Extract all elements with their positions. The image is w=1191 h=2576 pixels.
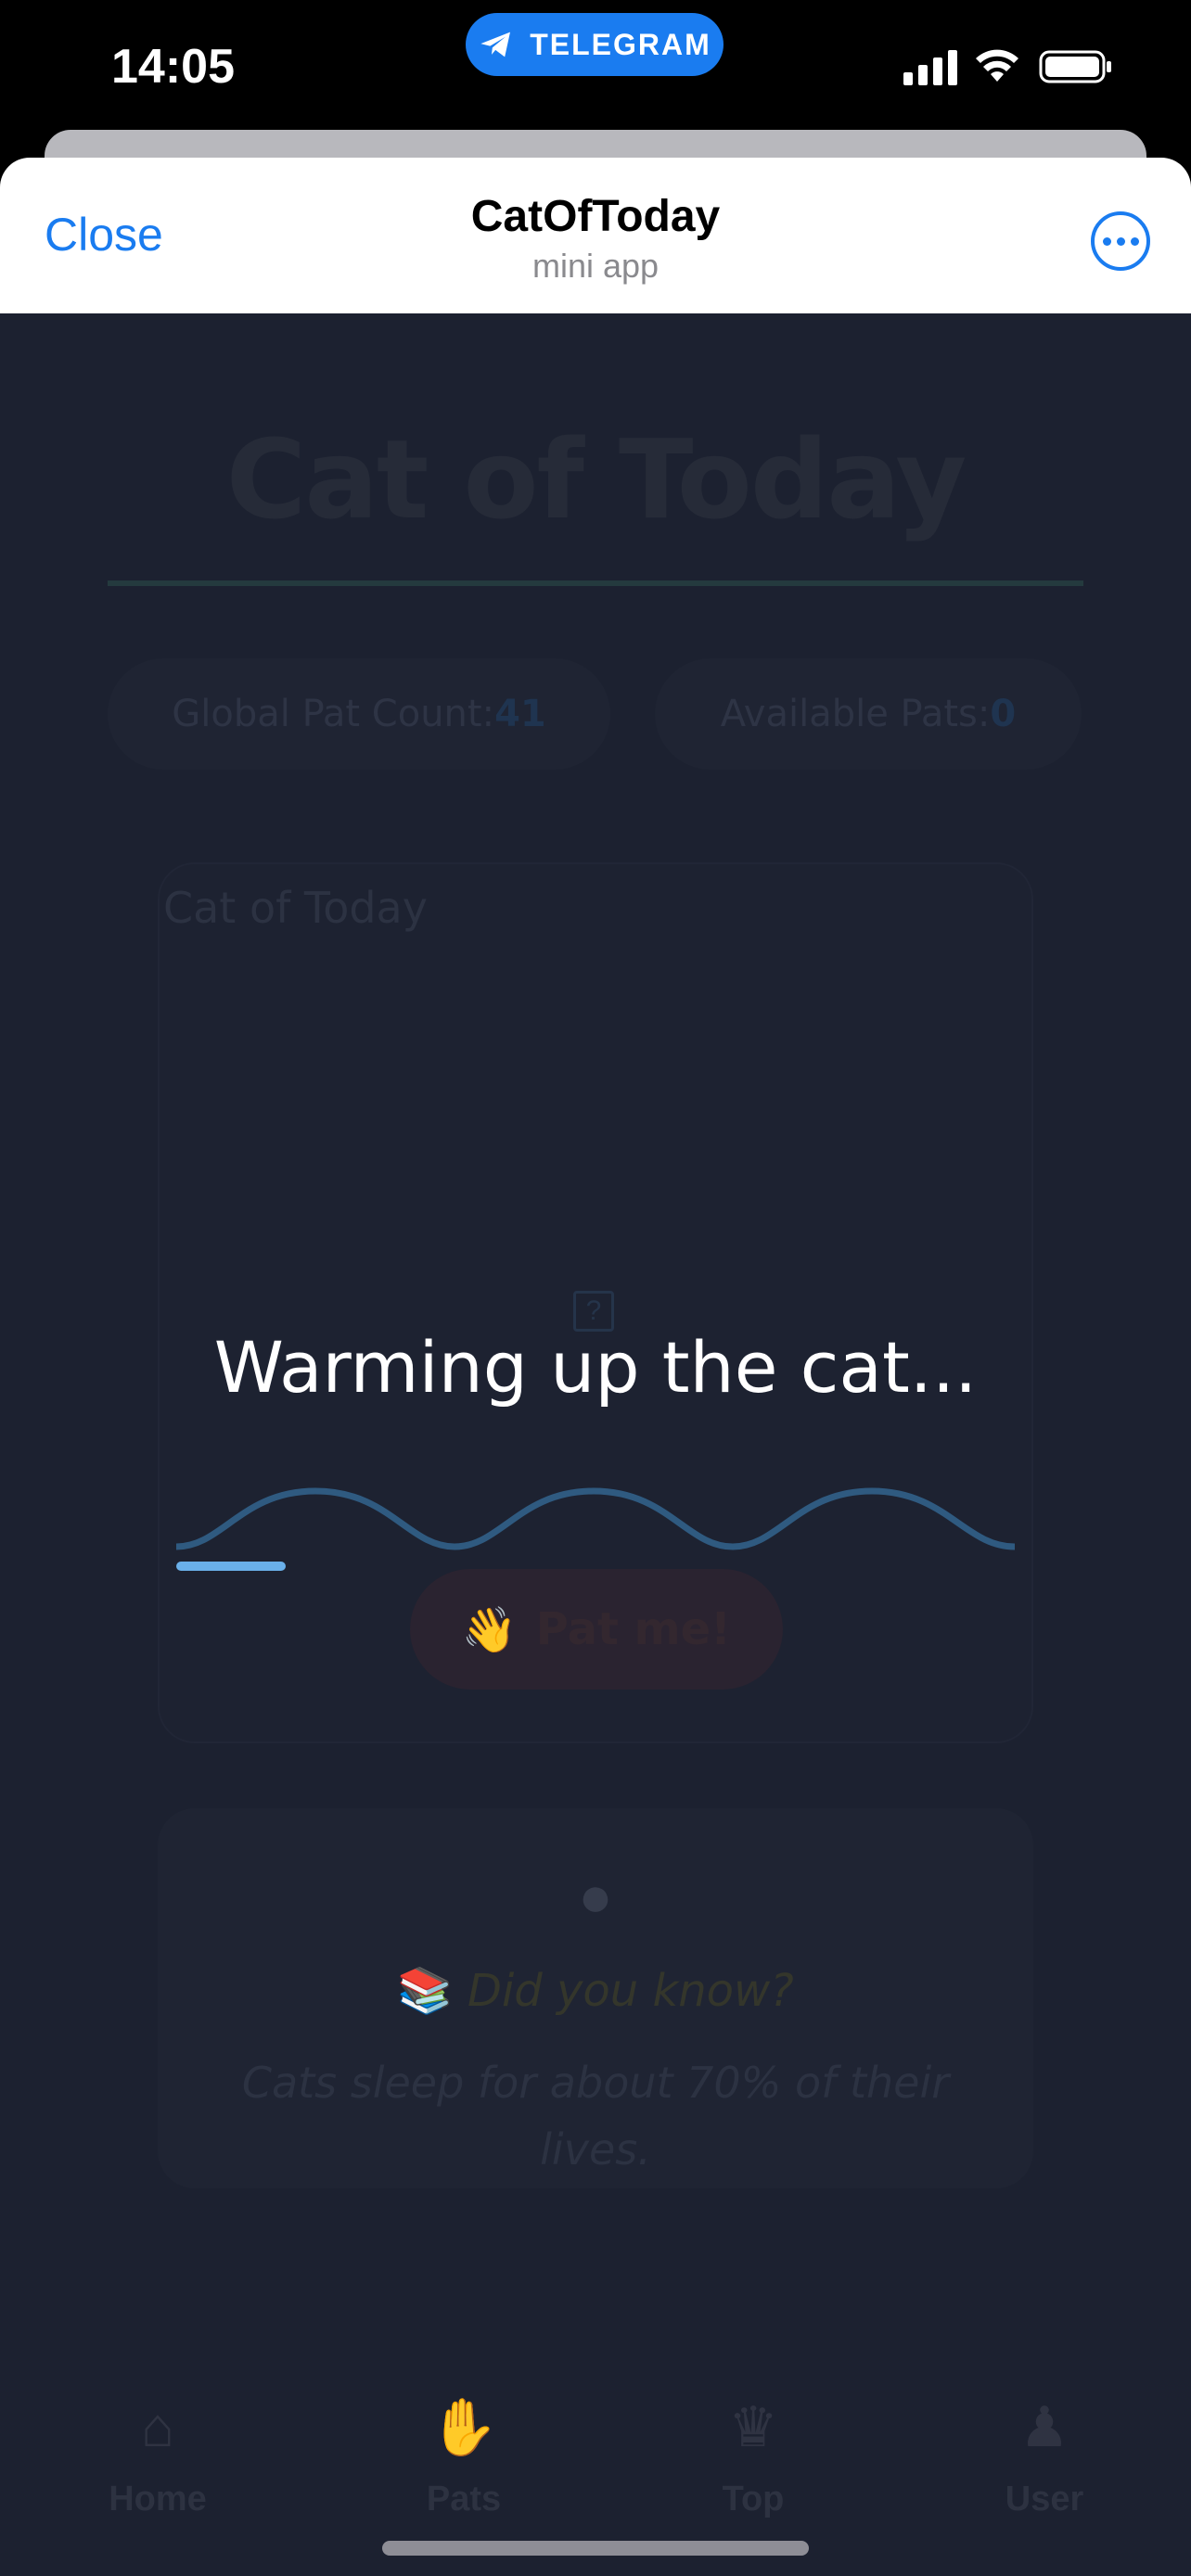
books-icon: 📚 — [397, 1965, 453, 2017]
telegram-badge-label: TELEGRAM — [530, 27, 711, 61]
fact-text: Cats sleep for about 70% of their lives. — [241, 2058, 950, 2174]
available-pats-value: 0 — [990, 693, 1017, 735]
fact-heading: 📚 Did you know? — [158, 1964, 1033, 2017]
more-dots-icon — [1102, 236, 1111, 246]
global-pat-count: Global Pat Count: 41 — [108, 658, 610, 770]
battery-icon — [1039, 50, 1111, 83]
nav-pats[interactable]: ✋ Pats — [371, 2391, 557, 2519]
lightbulb-icon: ● — [578, 1865, 613, 1929]
waving-hand-icon: 👋 — [461, 1603, 518, 1656]
nav-home-label: Home — [109, 2480, 207, 2519]
fact-heading-text: Did you know? — [467, 1965, 794, 2017]
cellular-signal-icon — [903, 50, 957, 85]
global-pat-value: 41 — [494, 693, 546, 735]
pat-me-button[interactable]: 👋 Pat me! — [410, 1569, 783, 1690]
trophy-icon: ♛ — [728, 2396, 778, 2458]
cat-card-label: Cat of Today — [163, 883, 428, 933]
more-options-button[interactable] — [1091, 211, 1150, 271]
title-divider — [108, 580, 1083, 586]
nav-user[interactable]: ♟ User — [952, 2391, 1137, 2519]
nav-top-label: Top — [722, 2480, 785, 2519]
global-pat-label: Global Pat Count: — [172, 693, 495, 735]
loading-wave-icon — [176, 1487, 1015, 1550]
loading-progress-bar — [176, 1562, 1015, 1571]
wifi-icon — [976, 49, 1018, 82]
telegram-plane-icon — [480, 32, 511, 57]
loading-progress-fill — [176, 1562, 286, 1571]
hand-icon: ✋ — [429, 2396, 499, 2458]
nav-user-label: User — [1005, 2480, 1084, 2519]
nav-home[interactable]: ⌂ Home — [65, 2391, 250, 2519]
mini-app-title: CatOfToday — [470, 192, 721, 241]
cat-card: Cat of Today ? 👋 Pat me! — [158, 862, 1033, 1743]
webview: Cat of Today Global Pat Count: 41 Availa… — [0, 313, 1191, 2576]
status-time: 14:05 — [111, 40, 235, 94]
house-icon: ⌂ — [140, 2396, 175, 2458]
pat-me-label: Pat me! — [535, 1603, 732, 1655]
fact-card: ● 📚 Did you know? Cats sleep for about 70… — [158, 1808, 1033, 2188]
user-icon: ♟ — [1019, 2396, 1069, 2458]
mini-app-header: Close CatOfToday mini app — [0, 158, 1191, 313]
status-bar: 14:05 TELEGRAM — [0, 0, 1191, 130]
loading-message: Warming up the cat... — [213, 1326, 978, 1409]
page-title: Cat of Today — [225, 415, 967, 543]
mini-app-subtitle: mini app — [531, 247, 660, 285]
nav-top[interactable]: ♛ Top — [660, 2391, 846, 2519]
nav-pats-label: Pats — [426, 2480, 502, 2519]
available-pats-label: Available Pats: — [720, 693, 991, 735]
available-pats: Available Pats: 0 — [655, 658, 1082, 770]
home-indicator[interactable] — [382, 2541, 809, 2556]
telegram-badge[interactable]: TELEGRAM — [466, 13, 724, 76]
